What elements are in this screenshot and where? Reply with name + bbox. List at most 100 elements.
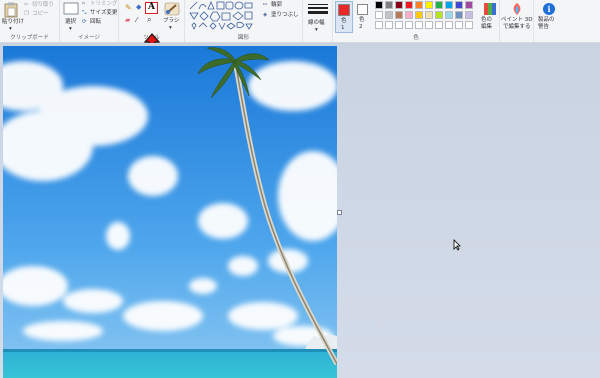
- chevron-down-icon: ▾: [9, 26, 12, 32]
- cut-label: 切り取り: [32, 2, 55, 8]
- paint3d-label: ペイント 3D で編集する: [501, 17, 533, 30]
- product-alert-label: 製品の 警告: [538, 17, 555, 30]
- fill-bucket-icon[interactable]: ◆: [136, 4, 141, 11]
- edit-colors-label: 色の 編集: [481, 17, 493, 30]
- palette-swatch[interactable]: [425, 21, 433, 29]
- paint3d-group: ペイント 3D で編集する: [500, 0, 534, 42]
- palette-swatch[interactable]: [395, 21, 403, 29]
- palette-swatch[interactable]: [415, 11, 423, 19]
- palette-swatch[interactable]: [465, 1, 473, 9]
- chevron-down-icon: ▾: [69, 26, 72, 32]
- resize-button[interactable]: ⤡ サイズ変更: [82, 10, 118, 18]
- line-width-button[interactable]: 線の幅 ▾: [306, 1, 330, 39]
- fill-button[interactable]: ◈ 塗りつぶし: [263, 12, 301, 20]
- paste-label: 貼り付け: [2, 19, 25, 25]
- fill-label: 塗りつぶし: [271, 12, 299, 18]
- shapes-gallery[interactable]: [189, 1, 259, 31]
- palette-swatch[interactable]: [385, 21, 393, 29]
- clipboard-group: 貼り付け ▾ ✂ 切り取り ❐ コピー クリップボード: [0, 0, 60, 42]
- palette-swatch[interactable]: [415, 1, 423, 9]
- product-alert-button[interactable]: i 製品の 警告: [535, 1, 563, 39]
- brush-label: ブラシ: [163, 18, 180, 24]
- rotate-button[interactable]: ⟳ 回転: [82, 19, 118, 27]
- drawing-canvas[interactable]: [3, 46, 337, 378]
- palette-swatch[interactable]: [415, 21, 423, 29]
- chevron-down-icon: ▾: [315, 27, 318, 33]
- crop-icon: ⌗: [82, 1, 86, 7]
- image-group-label: イメージ: [78, 35, 100, 41]
- select-label: 選択: [65, 19, 77, 25]
- color-picker-icon[interactable]: ⁄: [136, 17, 137, 24]
- palette-swatch[interactable]: [425, 11, 433, 19]
- palette-swatch[interactable]: [455, 11, 463, 19]
- select-button[interactable]: 選択 ▾: [62, 1, 80, 33]
- brush-icon: [164, 2, 180, 16]
- color2-swatch: [357, 4, 368, 15]
- edit-colors-button[interactable]: 色の 編集: [481, 1, 499, 35]
- text-tool-button[interactable]: A: [145, 2, 158, 14]
- color1-swatch: [338, 4, 350, 16]
- rotate-label: 回転: [90, 19, 102, 25]
- palette-swatch[interactable]: [405, 11, 413, 19]
- magnifier-icon[interactable]: ⌕: [147, 16, 151, 24]
- palette-swatch[interactable]: [425, 1, 433, 9]
- brush-button[interactable]: ブラシ ▾: [161, 1, 183, 33]
- rotate-icon: ⟳: [82, 19, 87, 25]
- resize-label: サイズ変更: [90, 10, 118, 16]
- crop-label: トリミング: [90, 1, 118, 7]
- palette-swatch[interactable]: [395, 1, 403, 9]
- outline-button[interactable]: ✏ 輪郭: [263, 2, 301, 10]
- resize-icon: ⤡: [82, 10, 87, 16]
- palette-swatch[interactable]: [455, 1, 463, 9]
- crop-button[interactable]: ⌗ トリミング: [82, 1, 118, 9]
- outline-label: 輪郭: [271, 2, 283, 8]
- color2-label: 色 2: [359, 17, 365, 30]
- palette-swatch[interactable]: [445, 1, 453, 9]
- palette-swatch[interactable]: [375, 11, 383, 19]
- colors-group-label: 色: [413, 35, 419, 41]
- palette-swatch[interactable]: [445, 21, 453, 29]
- mouse-cursor-icon: [453, 239, 461, 251]
- palette-swatch[interactable]: [465, 21, 473, 29]
- line-width-label: 線の幅: [308, 20, 325, 26]
- pencil-icon[interactable]: ✎: [125, 4, 132, 12]
- eraser-icon[interactable]: ▰: [125, 17, 130, 24]
- shapes-group: ✏ 輪郭 ◈ 塗りつぶし 図形: [185, 0, 303, 42]
- shapes-group-label: 図形: [237, 35, 249, 41]
- copy-icon: ❐: [24, 11, 29, 17]
- paste-button[interactable]: 貼り付け ▾: [2, 1, 24, 33]
- palette-swatch[interactable]: [455, 21, 463, 29]
- canvas-resize-handle-right[interactable]: [337, 210, 342, 215]
- ribbon: 貼り付け ▾ ✂ 切り取り ❐ コピー クリップボード 選択 ▾ ⌗ トリミング…: [0, 0, 600, 43]
- palette-swatch[interactable]: [435, 21, 443, 29]
- palette-swatch[interactable]: [395, 11, 403, 19]
- line-width-icon: [308, 4, 328, 14]
- copy-label: コピー: [32, 11, 49, 17]
- palette-swatch[interactable]: [385, 11, 393, 19]
- chevron-down-icon: ▾: [169, 25, 172, 31]
- colors-group: 色 1 色 2 色の 編集 色: [333, 0, 500, 42]
- clipboard-icon: [4, 2, 18, 18]
- palette-swatch[interactable]: [435, 11, 443, 19]
- color-palette: [375, 1, 479, 31]
- paint3d-icon: [513, 3, 521, 15]
- palette-swatch[interactable]: [385, 1, 393, 9]
- edit-with-paint3d-button[interactable]: ペイント 3D で編集する: [501, 1, 533, 39]
- palette-swatch[interactable]: [405, 21, 413, 29]
- scissors-icon: ✂: [24, 2, 29, 8]
- copy-button[interactable]: ❐ コピー: [24, 11, 58, 19]
- palette-swatch[interactable]: [445, 11, 453, 19]
- palette-swatch[interactable]: [375, 1, 383, 9]
- palette-swatch[interactable]: [465, 11, 473, 19]
- color2-button[interactable]: 色 2: [355, 1, 371, 33]
- palette-swatch[interactable]: [375, 21, 383, 29]
- selection-rectangle-icon: [63, 2, 79, 15]
- color1-button[interactable]: 色 1: [335, 1, 353, 33]
- cut-button[interactable]: ✂ 切り取り: [24, 2, 58, 10]
- clipboard-group-label: クリップボード: [10, 35, 49, 41]
- color1-label: 色 1: [341, 18, 347, 31]
- palette-swatch[interactable]: [405, 1, 413, 9]
- beach-photo: [3, 46, 337, 378]
- palette-swatch[interactable]: [435, 1, 443, 9]
- info-icon: i: [543, 3, 555, 15]
